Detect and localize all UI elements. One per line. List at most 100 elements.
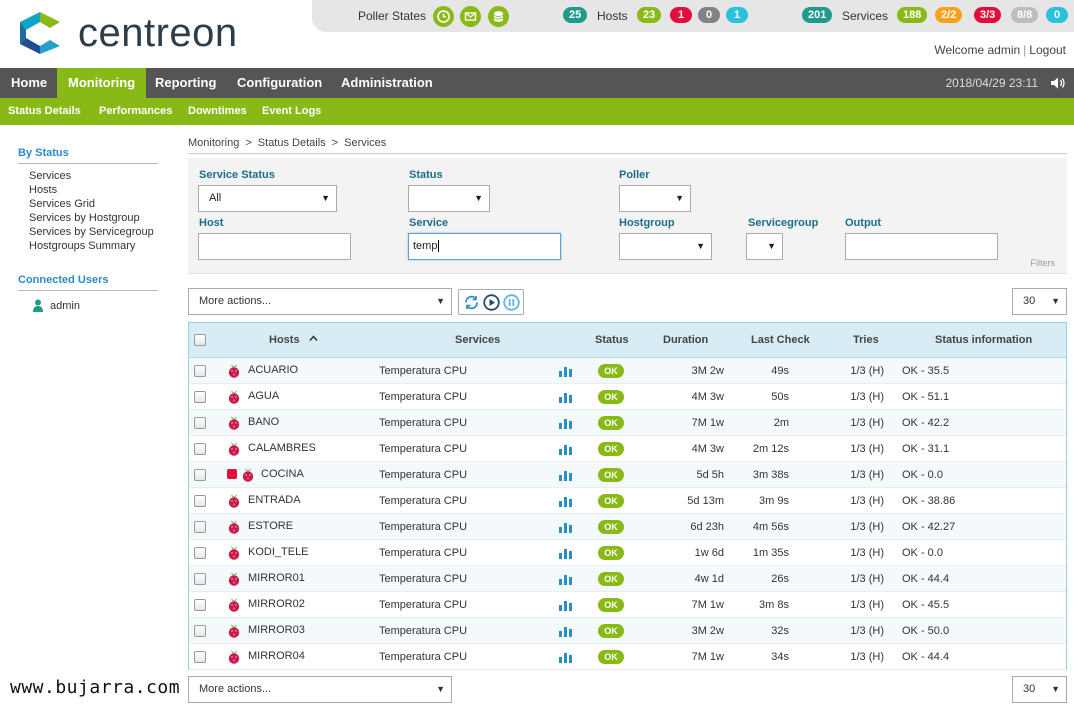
- poller-mail-icon[interactable]: [460, 6, 481, 27]
- hostgroup-select[interactable]: ▼: [619, 233, 712, 260]
- pause-icon[interactable]: [503, 294, 520, 314]
- hosts-unreachable-badge[interactable]: 0: [698, 7, 720, 23]
- subnav-performances[interactable]: Performances: [99, 98, 172, 125]
- table-row[interactable]: MIRROR01 Temperatura CPU OK 4w 1d 26s 1/3 (H)…: [189, 566, 1066, 592]
- cell-host[interactable]: AGUA: [248, 390, 279, 402]
- sidebar-link-hosts[interactable]: Hosts: [29, 184, 57, 196]
- col-services[interactable]: Services: [455, 334, 500, 346]
- performance-graph-icon[interactable]: [559, 651, 572, 666]
- nav-reporting[interactable]: Reporting: [144, 68, 227, 98]
- col-hosts[interactable]: Hosts: [269, 334, 300, 346]
- cell-host[interactable]: COCINA: [261, 468, 304, 480]
- table-row[interactable]: BANO Temperatura CPU OK 7M 1w 2m 1/3 (H) OK - …: [189, 410, 1066, 436]
- cell-host[interactable]: MIRROR02: [248, 598, 305, 610]
- sidebar-link-services-by-hostgroup[interactable]: Services by Hostgroup: [29, 212, 140, 224]
- play-icon[interactable]: [483, 294, 500, 314]
- filters-toggle-link[interactable]: Filters: [1031, 258, 1056, 268]
- cell-host[interactable]: ACUARIO: [248, 364, 298, 376]
- cell-host[interactable]: BANO: [248, 416, 279, 428]
- page-limit-select-bottom[interactable]: 30 ▼: [1012, 676, 1067, 703]
- row-checkbox[interactable]: [194, 443, 206, 455]
- nav-home[interactable]: Home: [0, 68, 58, 98]
- select-all-checkbox[interactable]: [194, 334, 206, 346]
- servicegroup-select[interactable]: ▼: [746, 233, 783, 260]
- table-row[interactable]: MIRROR02 Temperatura CPU OK 7M 1w 3m 8s 1/3 (…: [189, 592, 1066, 618]
- sort-asc-icon[interactable]: [309, 333, 318, 345]
- cell-service[interactable]: Temperatura CPU: [379, 365, 467, 377]
- refresh-icon[interactable]: [463, 294, 480, 314]
- cell-service[interactable]: Temperatura CPU: [379, 391, 467, 403]
- more-actions-select[interactable]: More actions... ▼: [188, 288, 452, 315]
- cell-service[interactable]: Temperatura CPU: [379, 443, 467, 455]
- hosts-pending-badge[interactable]: 1: [726, 7, 748, 23]
- service-input[interactable]: temp: [408, 233, 561, 260]
- connected-user[interactable]: admin: [33, 299, 80, 312]
- cell-service[interactable]: Temperatura CPU: [379, 521, 467, 533]
- services-ok-badge[interactable]: 188: [897, 7, 928, 23]
- hosts-down-badge[interactable]: 1: [670, 7, 692, 23]
- centreon-logo[interactable]: centreon: [16, 10, 238, 56]
- services-critical-badge[interactable]: 3/3: [974, 7, 1002, 23]
- subnav-status-details[interactable]: Status Details: [8, 98, 81, 125]
- output-input[interactable]: [845, 233, 998, 260]
- col-status[interactable]: Status: [595, 334, 629, 346]
- performance-graph-icon[interactable]: [559, 547, 572, 562]
- poller-select[interactable]: ▼: [619, 185, 691, 212]
- performance-graph-icon[interactable]: [559, 521, 572, 536]
- host-input[interactable]: [198, 233, 351, 260]
- row-checkbox[interactable]: [194, 417, 206, 429]
- row-checkbox[interactable]: [194, 391, 206, 403]
- table-row[interactable]: MIRROR04 Temperatura CPU OK 7M 1w 34s 1/3 (H)…: [189, 644, 1066, 670]
- nav-configuration[interactable]: Configuration: [226, 68, 333, 98]
- table-row[interactable]: ACUARIO Temperatura CPU OK 3M 2w 49s 1/3 (H) O…: [189, 358, 1066, 384]
- performance-graph-icon[interactable]: [559, 625, 572, 640]
- row-checkbox[interactable]: [194, 495, 206, 507]
- row-checkbox[interactable]: [194, 469, 206, 481]
- col-status-information[interactable]: Status information: [935, 334, 1032, 346]
- service-status-select[interactable]: All ▼: [198, 185, 337, 212]
- cell-service[interactable]: Temperatura CPU: [379, 417, 467, 429]
- cell-service[interactable]: Temperatura CPU: [379, 547, 467, 559]
- performance-graph-icon[interactable]: [559, 443, 572, 458]
- cell-service[interactable]: Temperatura CPU: [379, 469, 467, 481]
- row-checkbox[interactable]: [194, 625, 206, 637]
- cell-host[interactable]: ESTORE: [248, 520, 293, 532]
- table-row[interactable]: MIRROR03 Temperatura CPU OK 3M 2w 32s 1/3 (H)…: [189, 618, 1066, 644]
- cell-host[interactable]: CALAMBRES: [248, 442, 316, 454]
- nav-monitoring[interactable]: Monitoring: [57, 68, 147, 98]
- table-row[interactable]: CALAMBRES Temperatura CPU OK 4M 3w 2m 12s 1/3…: [189, 436, 1066, 462]
- services-total-badge[interactable]: 201: [802, 7, 833, 23]
- cell-host[interactable]: MIRROR01: [248, 572, 305, 584]
- subnav-downtimes[interactable]: Downtimes: [188, 98, 247, 125]
- sidebar-link-hostgroups-summary[interactable]: Hostgroups Summary: [29, 240, 135, 252]
- row-checkbox[interactable]: [194, 599, 206, 611]
- cell-service[interactable]: Temperatura CPU: [379, 495, 467, 507]
- table-row[interactable]: KODI_TELE Temperatura CPU OK 1w 6d 1m 35s 1/3…: [189, 540, 1066, 566]
- cell-host[interactable]: KODI_TELE: [248, 546, 309, 558]
- sidebar-link-services-grid[interactable]: Services Grid: [29, 198, 95, 210]
- services-pending-badge[interactable]: 0: [1046, 7, 1068, 23]
- col-last-check[interactable]: Last Check: [751, 334, 810, 346]
- page-limit-select[interactable]: 30 ▼: [1012, 288, 1067, 315]
- services-warning-badge[interactable]: 2/2: [935, 7, 963, 23]
- performance-graph-icon[interactable]: [559, 365, 572, 380]
- cell-service[interactable]: Temperatura CPU: [379, 599, 467, 611]
- sidebar-link-services[interactable]: Services: [29, 170, 71, 182]
- row-checkbox[interactable]: [194, 651, 206, 663]
- performance-graph-icon[interactable]: [559, 391, 572, 406]
- cell-host[interactable]: MIRROR04: [248, 650, 305, 662]
- table-row[interactable]: ENTRADA Temperatura CPU OK 5d 13m 3m 9s 1/3 (…: [189, 488, 1066, 514]
- services-unknown-badge[interactable]: 8/8: [1011, 7, 1039, 23]
- hosts-up-badge[interactable]: 23: [637, 7, 662, 23]
- more-actions-select-bottom[interactable]: More actions... ▼: [188, 676, 452, 703]
- sound-icon[interactable]: [1050, 76, 1066, 93]
- table-row[interactable]: ESTORE Temperatura CPU OK 6d 23h 4m 56s 1/3 (…: [189, 514, 1066, 540]
- performance-graph-icon[interactable]: [559, 599, 572, 614]
- cell-service[interactable]: Temperatura CPU: [379, 625, 467, 637]
- logout-link[interactable]: Logout: [1029, 43, 1066, 57]
- col-tries[interactable]: Tries: [853, 334, 879, 346]
- cell-service[interactable]: Temperatura CPU: [379, 573, 467, 585]
- cell-host[interactable]: ENTRADA: [248, 494, 301, 506]
- performance-graph-icon[interactable]: [559, 495, 572, 510]
- poller-clock-icon[interactable]: [433, 6, 454, 27]
